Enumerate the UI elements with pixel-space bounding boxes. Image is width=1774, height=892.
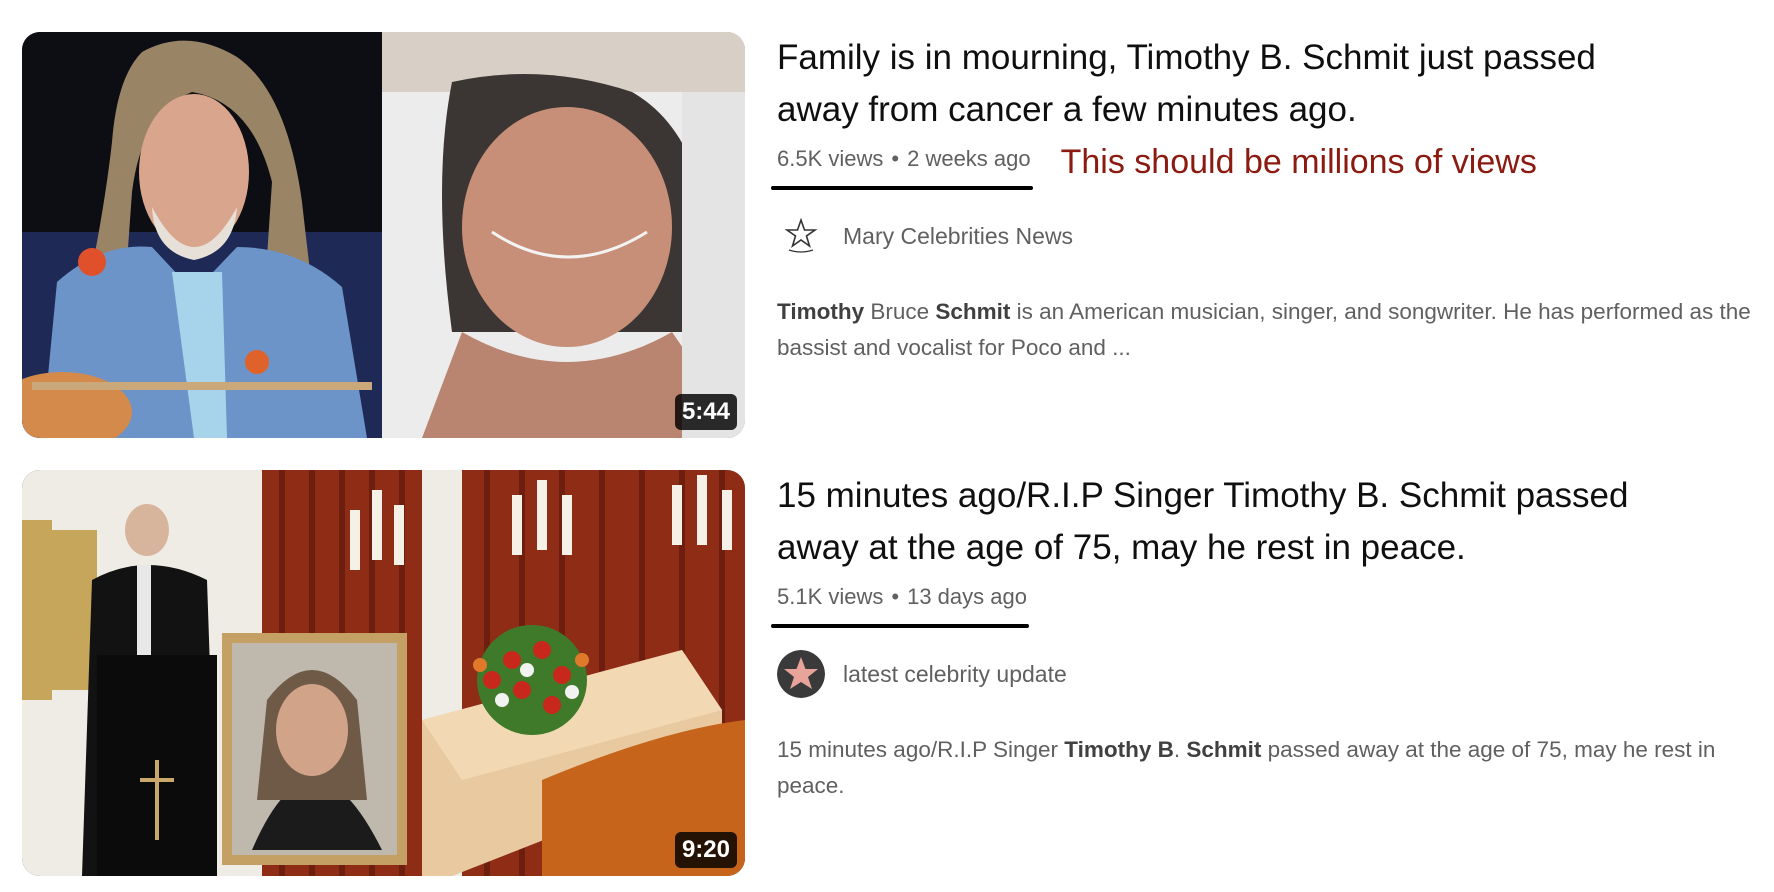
video-metadata: 5.1K views • 13 days ago [771,584,1029,628]
description-text: Bruce [864,299,936,324]
video-info: 15 minutes ago/R.I.P Singer Timothy B. S… [771,470,1762,804]
description-highlight: Schmit [935,299,1011,324]
video-thumbnail[interactable]: 5:44 [22,32,745,438]
channel-name[interactable]: latest celebrity update [843,661,1067,688]
thumbnail-image [22,470,745,876]
video-title[interactable]: 15 minutes ago/R.I.P Singer Timothy B. S… [777,470,1677,574]
annotation-text: This should be millions of views [1060,142,1537,181]
video-result[interactable]: 5:44 Family is in mourning, Timothy B. S… [22,32,1762,438]
description-text: . [1173,737,1187,762]
video-duration-badge: 5:44 [674,394,737,430]
upload-age: 13 days ago [907,584,1027,609]
video-description: 15 minutes ago/R.I.P Singer Timothy B. S… [777,732,1762,804]
video-thumbnail[interactable]: 9:20 [22,470,745,876]
star-icon [777,212,825,260]
video-description: Timothy Bruce Schmit is an American musi… [777,294,1762,366]
description-highlight: Schmit [1186,737,1262,762]
separator-dot: • [891,584,900,609]
description-highlight: Timothy B [1064,737,1174,762]
meta-row: 6.5K views • 2 weeks ago This should be mi… [771,142,1762,190]
video-duration-badge: 9:20 [674,832,737,868]
video-info: Family is in mourning, Timothy B. Schmit… [771,32,1762,366]
channel-row[interactable]: Mary Celebrities News [777,212,1762,260]
underline-annotation [771,624,1029,628]
description-highlight: Timothy [777,299,865,324]
video-metadata: 6.5K views • 2 weeks ago [771,146,1033,190]
thumbnail-image [22,32,745,438]
channel-row[interactable]: latest celebrity update [777,650,1762,698]
underline-annotation [771,186,1033,190]
star-icon [777,650,825,698]
view-count: 6.5K views [777,146,884,171]
channel-avatar[interactable] [777,212,825,260]
separator-dot: • [891,146,900,171]
view-count: 5.1K views [777,584,884,609]
description-text: 15 minutes ago/R.I.P Singer [777,737,1065,762]
upload-age: 2 weeks ago [907,146,1031,171]
video-title[interactable]: Family is in mourning, Timothy B. Schmit… [777,32,1677,136]
channel-name[interactable]: Mary Celebrities News [843,223,1073,250]
channel-avatar[interactable] [777,650,825,698]
video-result[interactable]: 9:20 15 minutes ago/R.I.P Singer Timothy… [22,470,1762,876]
meta-row: 5.1K views • 13 days ago [771,580,1762,628]
